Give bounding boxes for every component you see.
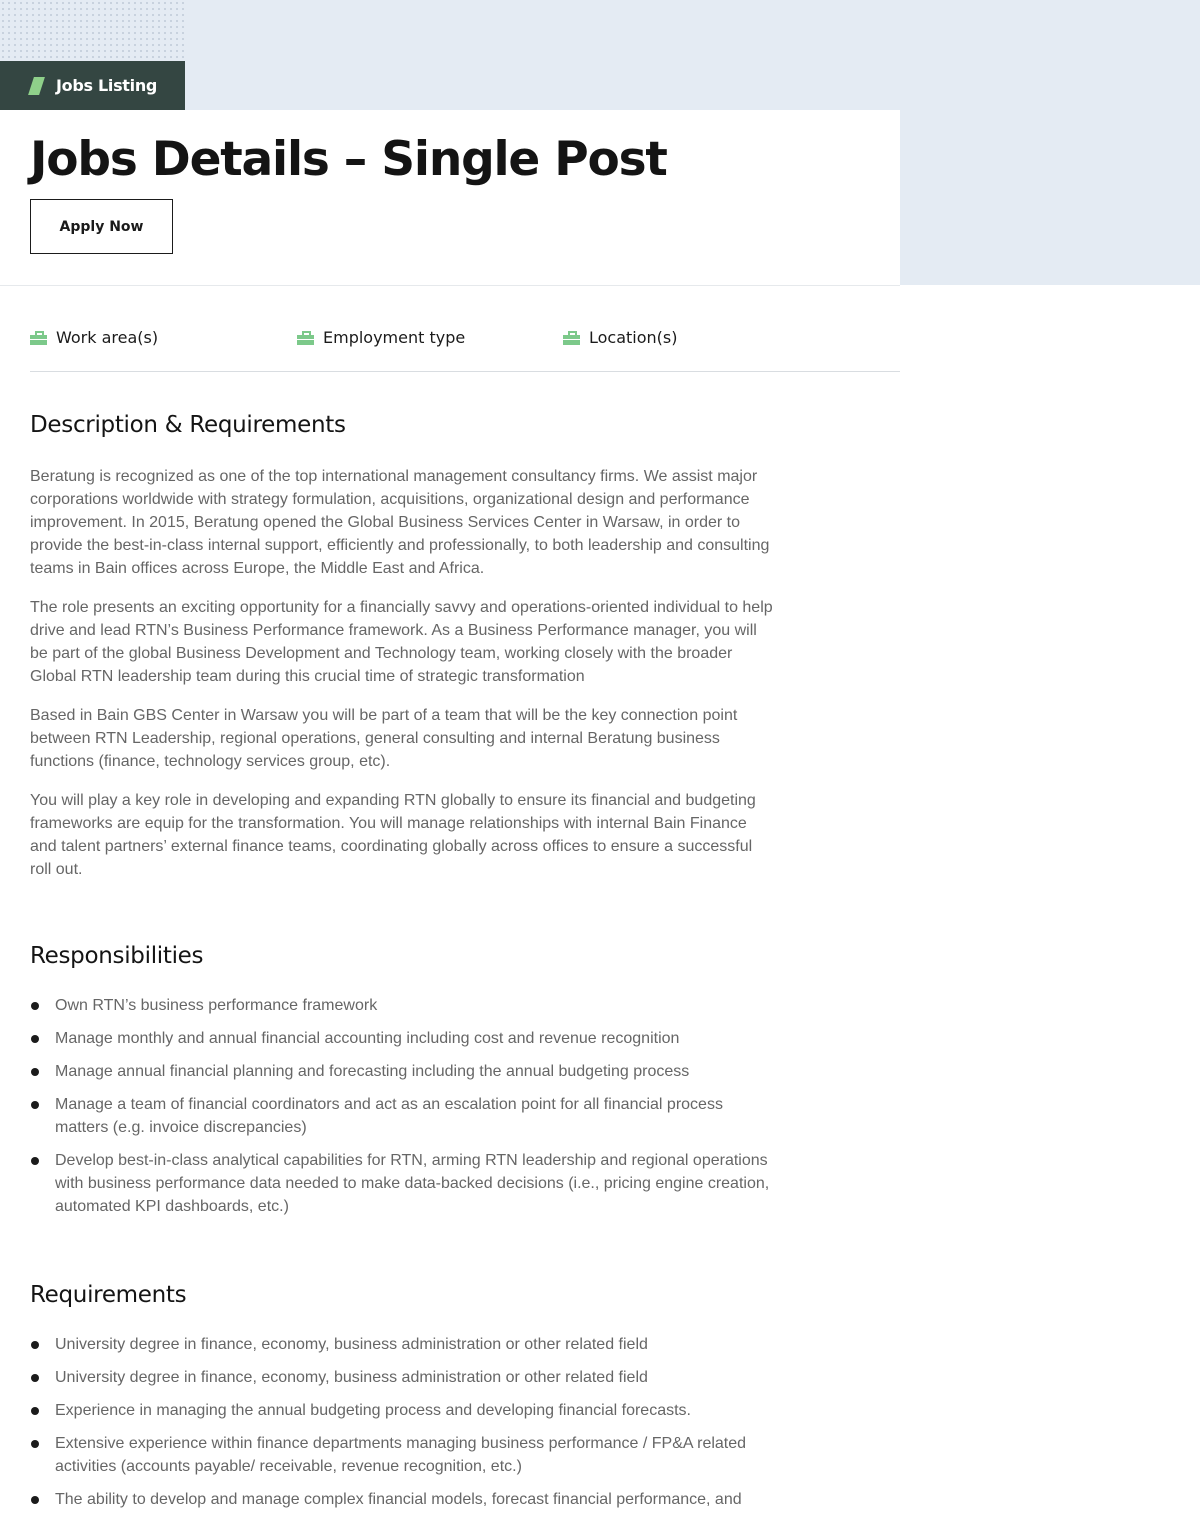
- section-heading-requirements: Requirements: [30, 1282, 187, 1308]
- description-paragraph: You will play a key role in developing a…: [30, 792, 756, 878]
- job-header: Jobs Details – Single Post Apply Now: [0, 110, 900, 286]
- requirements-list: University degree in finance, economy, b…: [30, 1333, 775, 1521]
- briefcase-icon: [30, 330, 47, 345]
- bullet-icon: [31, 1157, 39, 1165]
- list-item-text: University degree in finance, economy, b…: [55, 1369, 648, 1386]
- list-item: Manage a team of financial coordinators …: [30, 1093, 775, 1139]
- job-meta: Work area(s) Employment type Location(s): [30, 328, 900, 350]
- list-item-text: Experience in managing the annual budget…: [55, 1402, 691, 1419]
- breadcrumb-label: Jobs Listing: [56, 76, 158, 95]
- list-item: Develop best-in-class analytical capabil…: [30, 1149, 775, 1218]
- bullet-icon: [31, 1407, 39, 1415]
- meta-work-area: Work area(s): [30, 328, 158, 347]
- page-title: Jobs Details – Single Post: [30, 132, 668, 187]
- meta-employment-type: Employment type: [297, 328, 465, 347]
- description-paragraph: Beratung is recognized as one of the top…: [30, 468, 770, 577]
- list-item-text: Develop best-in-class analytical capabil…: [55, 1152, 770, 1215]
- bullet-icon: [31, 1101, 39, 1109]
- list-item-text: Manage monthly and annual financial acco…: [55, 1030, 680, 1047]
- description-body: Beratung is recognized as one of the top…: [30, 465, 775, 897]
- list-item-text: University degree in finance, economy, b…: [55, 1336, 648, 1353]
- list-item: University degree in finance, economy, b…: [30, 1333, 775, 1356]
- apply-now-button[interactable]: Apply Now: [30, 199, 173, 254]
- meta-locations: Location(s): [563, 328, 678, 347]
- bullet-icon: [31, 1002, 39, 1010]
- list-item-text: Manage annual financial planning and for…: [55, 1063, 690, 1080]
- slash-icon: [28, 76, 45, 95]
- bullet-icon: [31, 1496, 39, 1504]
- section-heading-description: Description & Requirements: [30, 412, 346, 438]
- list-item: University degree in finance, economy, b…: [30, 1366, 775, 1389]
- list-item-text: Own RTN’s business performance framework: [55, 997, 378, 1014]
- responsibilities-list: Own RTN’s business performance framework…: [30, 994, 775, 1228]
- breadcrumb[interactable]: Jobs Listing: [0, 61, 185, 110]
- list-item: Own RTN’s business performance framework: [30, 994, 775, 1017]
- bullet-icon: [31, 1341, 39, 1349]
- list-item: Experience in managing the annual budget…: [30, 1399, 775, 1422]
- section-heading-responsibilities: Responsibilities: [30, 943, 204, 969]
- briefcase-icon: [297, 330, 314, 345]
- bullet-icon: [31, 1068, 39, 1076]
- bullet-icon: [31, 1440, 39, 1448]
- list-item: Manage monthly and annual financial acco…: [30, 1027, 775, 1050]
- description-paragraph: The role presents an exciting opportunit…: [30, 599, 773, 685]
- list-item-text: Manage a team of financial coordinators …: [55, 1096, 723, 1136]
- list-item: Manage annual financial planning and for…: [30, 1060, 775, 1083]
- bullet-icon: [31, 1374, 39, 1382]
- bullet-icon: [31, 1035, 39, 1043]
- divider: [30, 371, 900, 372]
- meta-locations-label: Location(s): [589, 328, 678, 347]
- divider: [0, 285, 900, 286]
- description-paragraph: Based in Bain GBS Center in Warsaw you w…: [30, 707, 738, 770]
- meta-employment-type-label: Employment type: [323, 328, 466, 347]
- briefcase-icon: [563, 330, 580, 345]
- list-item: Extensive experience within finance depa…: [30, 1432, 775, 1478]
- list-item-text: Extensive experience within finance depa…: [55, 1435, 747, 1475]
- meta-work-area-label: Work area(s): [56, 328, 159, 347]
- dot-pattern: [0, 0, 185, 62]
